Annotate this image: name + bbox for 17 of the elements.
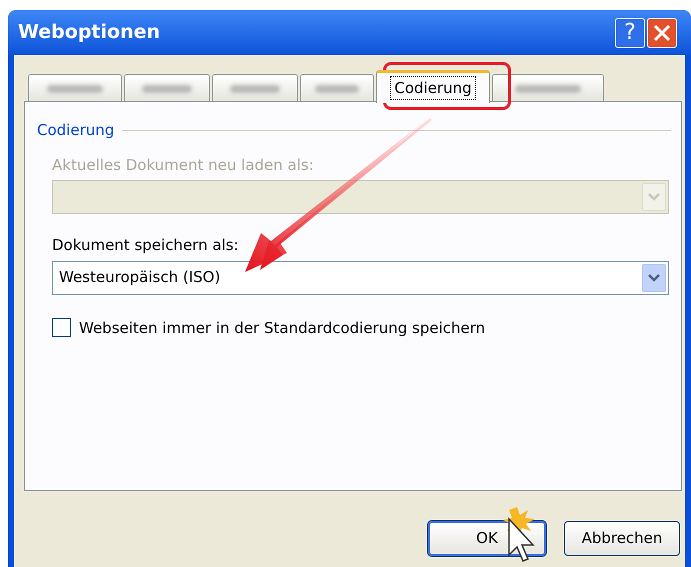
tab[interactable] bbox=[300, 74, 374, 103]
tab[interactable]: Codierung bbox=[376, 70, 490, 103]
group-title: Codierung bbox=[37, 120, 114, 141]
window-title: Weboptionen bbox=[18, 20, 162, 46]
field-label: Aktuelles Dokument neu laden als: bbox=[52, 154, 315, 176]
checkbox[interactable] bbox=[52, 318, 71, 338]
tab[interactable] bbox=[212, 74, 298, 103]
tab[interactable] bbox=[492, 74, 604, 103]
dropdown[interactable]: Westeuropäisch (ISO) bbox=[52, 260, 669, 294]
field-label: Dokument speichern als: bbox=[52, 235, 240, 256]
tab[interactable] bbox=[28, 74, 122, 103]
close-icon bbox=[652, 22, 672, 42]
help-button[interactable]: ? bbox=[615, 18, 645, 48]
close-button[interactable] bbox=[647, 18, 677, 48]
tab[interactable] bbox=[124, 74, 210, 103]
checkbox-label: Webseiten immer in der Standardcodierung speichern bbox=[79, 318, 486, 338]
dialog-button[interactable]: Abbrechen bbox=[564, 521, 680, 556]
